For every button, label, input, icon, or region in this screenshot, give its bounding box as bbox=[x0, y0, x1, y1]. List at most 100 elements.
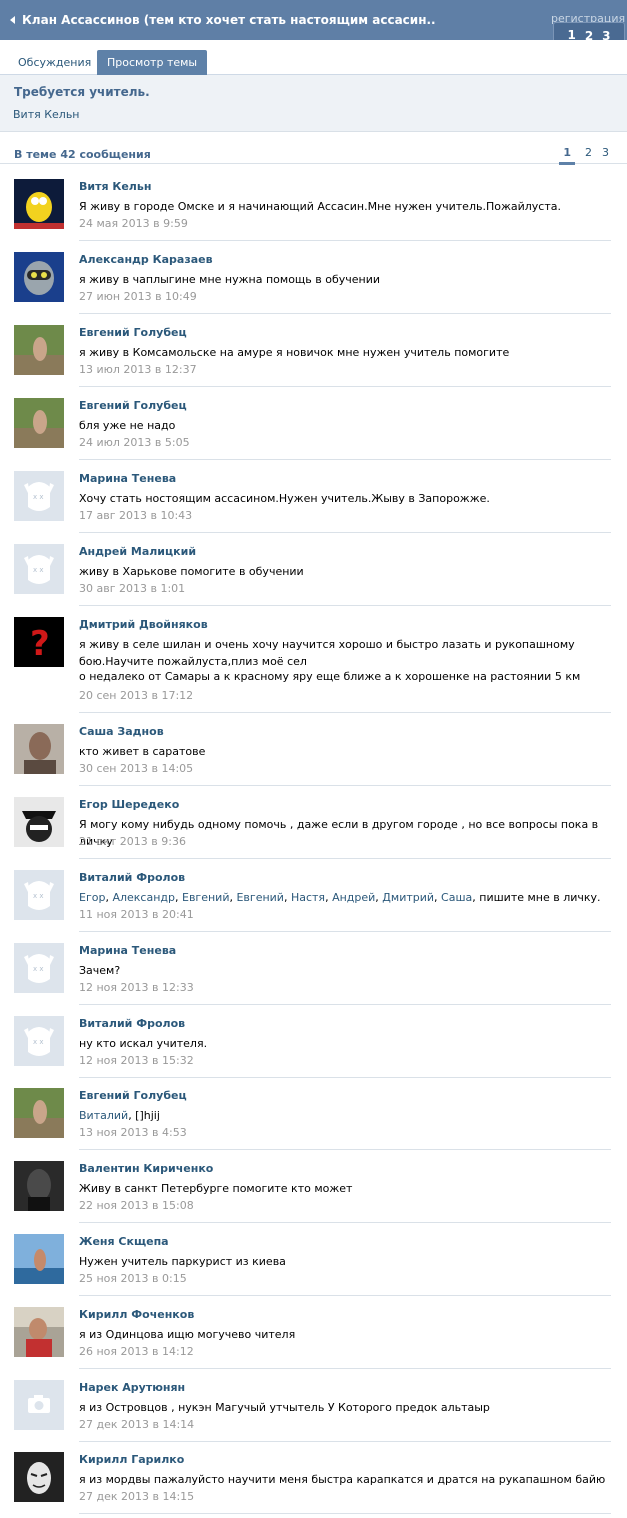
post-author-link[interactable]: Витя Кельн bbox=[79, 180, 151, 193]
user-avatar[interactable] bbox=[14, 1161, 64, 1211]
page-1[interactable]: 1 bbox=[559, 146, 575, 165]
tab-discussions[interactable]: Обсуждения bbox=[8, 50, 101, 75]
post: x x Марина Тенева Хочу стать ностоящим а… bbox=[0, 471, 627, 533]
post-author-link[interactable]: Виталий Фролов bbox=[79, 1017, 185, 1030]
mention-link[interactable]: Саша bbox=[441, 891, 472, 904]
post: Александр Каразаев я живу в чаплыгине мн… bbox=[0, 252, 627, 314]
mention-link[interactable]: Евгений bbox=[236, 891, 283, 904]
mention-link[interactable]: Егор bbox=[79, 891, 105, 904]
post-author-link[interactable]: Нарек Арутюнян bbox=[79, 1381, 185, 1394]
post-date[interactable]: 22 ноя 2013 в 15:08 bbox=[79, 1199, 194, 1212]
user-avatar[interactable]: x x bbox=[14, 544, 64, 594]
post-date[interactable]: 13 ноя 2013 в 4:53 bbox=[79, 1126, 187, 1139]
mention-link[interactable]: Виталий bbox=[79, 1109, 128, 1122]
topic-title: Требуется учитель. bbox=[14, 85, 150, 99]
pagination: 1 2 3 bbox=[559, 146, 609, 165]
post-date[interactable]: 24 мая 2013 в 9:59 bbox=[79, 217, 188, 230]
post-divider bbox=[79, 931, 611, 932]
photo-avatar-icon bbox=[14, 724, 64, 774]
post-author-link[interactable]: Виталий Фролов bbox=[79, 871, 185, 884]
user-avatar[interactable]: x x bbox=[14, 943, 64, 993]
post-divider bbox=[79, 1222, 611, 1223]
user-avatar[interactable] bbox=[14, 398, 64, 448]
post-date[interactable]: 30 сен 2013 в 14:05 bbox=[79, 762, 193, 775]
user-avatar[interactable] bbox=[14, 1307, 64, 1357]
post-date[interactable]: 12 ноя 2013 в 12:33 bbox=[79, 981, 194, 994]
page-2[interactable]: 2 bbox=[585, 146, 592, 165]
mention-link[interactable]: Евгений bbox=[182, 891, 229, 904]
post-divider bbox=[79, 858, 611, 859]
post-author-link[interactable]: Кирилл Гарилко bbox=[79, 1453, 184, 1466]
photo-avatar-icon bbox=[14, 398, 64, 448]
user-avatar[interactable] bbox=[14, 325, 64, 375]
post-date[interactable]: 27 дек 2013 в 14:15 bbox=[79, 1490, 194, 1503]
post-author-link[interactable]: Валентин Кириченко bbox=[79, 1162, 213, 1175]
user-avatar[interactable] bbox=[14, 797, 64, 847]
user-avatar[interactable] bbox=[14, 252, 64, 302]
user-avatar[interactable] bbox=[14, 179, 64, 229]
post-text: я живу в Комсамольске на амуре я новичок… bbox=[79, 346, 510, 359]
mention-link[interactable]: Настя bbox=[291, 891, 325, 904]
mention-link[interactable]: Дмитрий bbox=[382, 891, 434, 904]
post: Евгений Голубец Виталий, []hjij 13 ноя 2… bbox=[0, 1088, 627, 1150]
default-dog-avatar-icon: x x bbox=[14, 943, 64, 993]
user-avatar[interactable] bbox=[14, 1234, 64, 1284]
user-avatar[interactable] bbox=[14, 1452, 64, 1502]
post-date[interactable]: 27 дек 2013 в 14:14 bbox=[79, 1418, 194, 1431]
post-author-link[interactable]: Саша Заднов bbox=[79, 725, 164, 738]
post-divider bbox=[79, 1004, 611, 1005]
photo-avatar-icon bbox=[14, 1307, 64, 1357]
post-author-link[interactable]: Егор Шередеко bbox=[79, 798, 179, 811]
post-author-link[interactable]: Евгений Голубец bbox=[79, 1089, 187, 1102]
post-date[interactable]: 26 ноя 2013 в 14:12 bbox=[79, 1345, 194, 1358]
post-author-link[interactable]: Евгений Голубец bbox=[79, 399, 187, 412]
post-date[interactable]: 17 авг 2013 в 10:43 bbox=[79, 509, 192, 522]
post-divider bbox=[79, 313, 611, 314]
post-text: кто живет в саратове bbox=[79, 745, 206, 758]
post-date[interactable]: 30 авг 2013 в 1:01 bbox=[79, 582, 185, 595]
post: x x Виталий Фролов ну кто искал учителя.… bbox=[0, 1016, 627, 1078]
post-date[interactable]: 11 ноя 2013 в 20:41 bbox=[79, 908, 194, 921]
post-text: я из мордвы пажалуйсто научити меня быст… bbox=[79, 1473, 606, 1486]
post-author-link[interactable]: Дмитрий Двойняков bbox=[79, 618, 208, 631]
topic-author-link[interactable]: Витя Кельн bbox=[13, 108, 80, 121]
post-text: Хочу стать ностоящим ассасином.Нужен учи… bbox=[79, 492, 490, 505]
post-author-link[interactable]: Андрей Малицкий bbox=[79, 545, 196, 558]
post: Кирилл Фоченков я из Одинцова ищю могуче… bbox=[0, 1307, 627, 1369]
user-avatar[interactable] bbox=[14, 1380, 64, 1430]
post-date[interactable]: 25 ноя 2013 в 0:15 bbox=[79, 1272, 187, 1285]
post-text: я из Одинцова ищю могучево чителя bbox=[79, 1328, 296, 1341]
post-author-link[interactable]: Кирилл Фоченков bbox=[79, 1308, 194, 1321]
post-author-link[interactable]: Евгений Голубец bbox=[79, 326, 187, 339]
page-3[interactable]: 3 bbox=[602, 146, 609, 165]
post-date[interactable]: 24 июл 2013 в 5:05 bbox=[79, 436, 190, 449]
post-date[interactable]: 27 июн 2013 в 10:49 bbox=[79, 290, 197, 303]
mention-link[interactable]: Андрей bbox=[332, 891, 375, 904]
post-author-link[interactable]: Женя Скщепа bbox=[79, 1235, 169, 1248]
post-divider bbox=[79, 712, 611, 713]
post-date[interactable]: 20 сен 2013 в 17:12 bbox=[79, 689, 193, 702]
post-divider bbox=[79, 785, 611, 786]
post-divider bbox=[79, 1441, 611, 1442]
post-author-link[interactable]: Марина Тенева bbox=[79, 944, 176, 957]
tab-view-topic[interactable]: Просмотр темы bbox=[97, 50, 208, 75]
user-avatar[interactable]: x x bbox=[14, 1016, 64, 1066]
post-date[interactable]: 21 окт 2013 в 9:36 bbox=[79, 835, 186, 848]
back-link[interactable]: Клан Ассассинов (тем кто хочет стать нас… bbox=[0, 0, 545, 40]
post-text: я живу в селе шилан и очень хочу научитс… bbox=[79, 638, 575, 668]
post-date[interactable]: 12 ноя 2013 в 15:32 bbox=[79, 1054, 194, 1067]
post-author-link[interactable]: Александр Каразаев bbox=[79, 253, 213, 266]
user-avatar[interactable]: ? bbox=[14, 617, 64, 667]
tab-bar: Обсуждения Просмотр темы bbox=[0, 40, 627, 75]
post-date[interactable]: 13 июл 2013 в 12:37 bbox=[79, 363, 197, 376]
post-text: Нужен учитель паркурист из киева bbox=[79, 1255, 286, 1268]
user-avatar[interactable] bbox=[14, 1088, 64, 1138]
user-avatar[interactable]: x x bbox=[14, 471, 64, 521]
post-author-link[interactable]: Марина Тенева bbox=[79, 472, 176, 485]
user-avatar[interactable]: x x bbox=[14, 870, 64, 920]
back-arrow-icon bbox=[10, 16, 15, 24]
post: x x Марина Тенева Зачем? 12 ноя 2013 в 1… bbox=[0, 943, 627, 1005]
mention-link[interactable]: Александр bbox=[112, 891, 175, 904]
post-divider bbox=[79, 386, 611, 387]
user-avatar[interactable] bbox=[14, 724, 64, 774]
